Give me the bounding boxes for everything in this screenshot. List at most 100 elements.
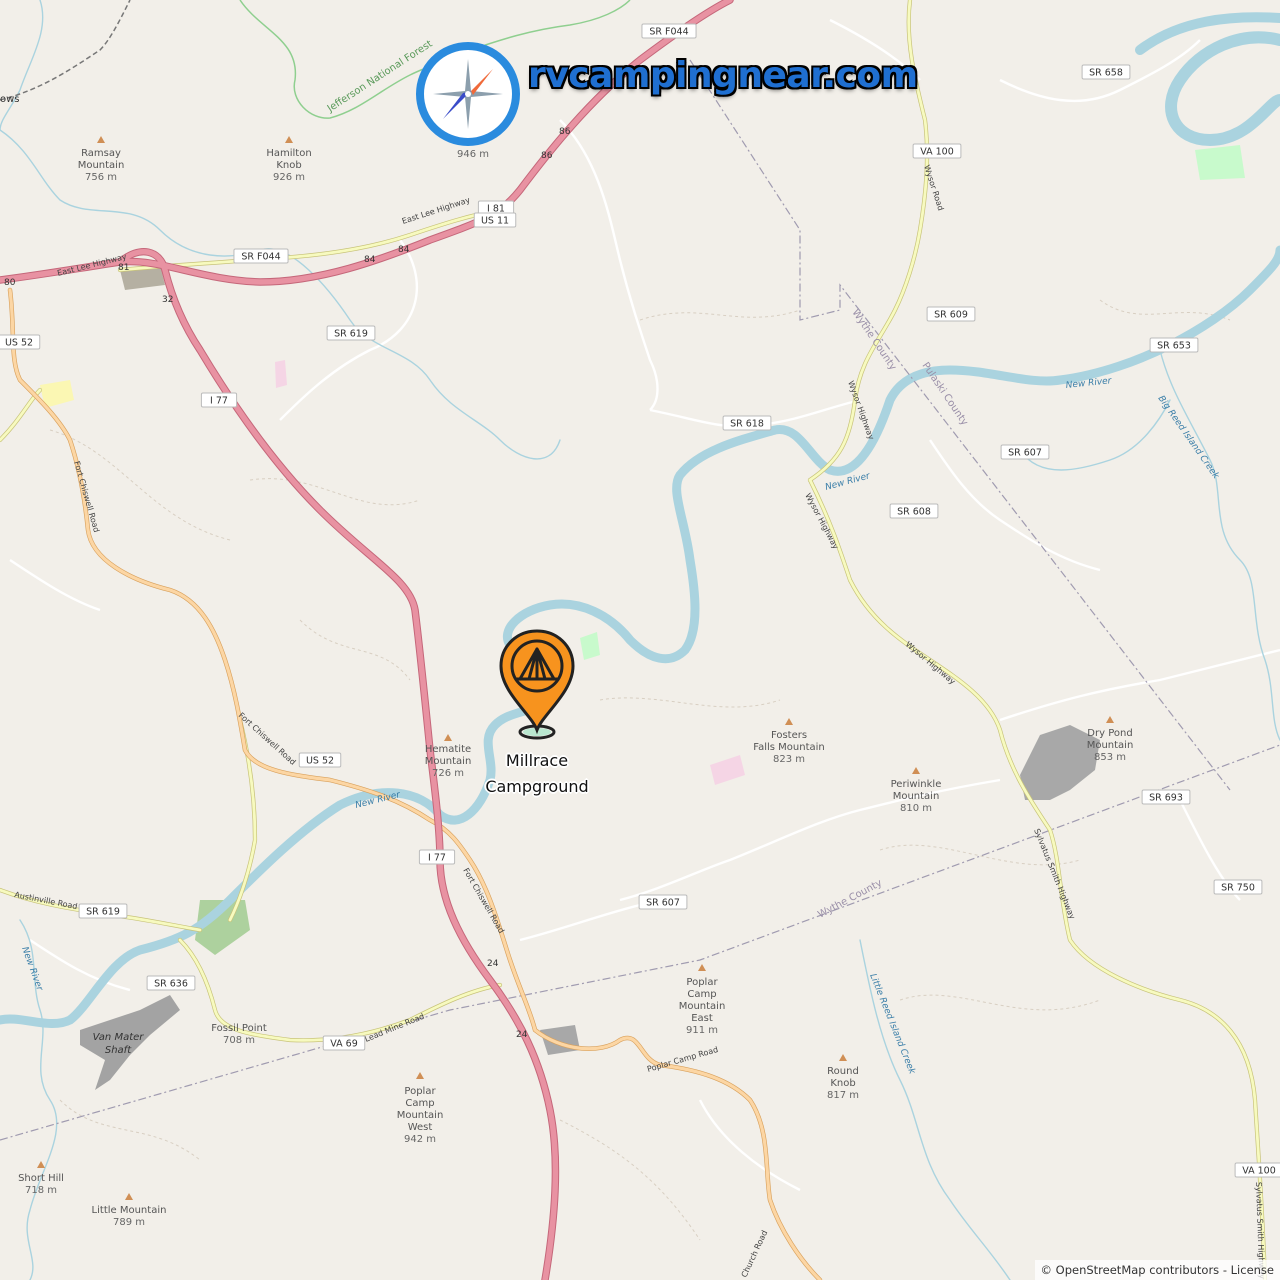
peak-label: Mountain: [397, 1110, 444, 1121]
place-label-van-mater: Van Mater: [93, 1032, 145, 1043]
route-shield: SR 619: [326, 325, 376, 341]
route-shield: SR 658: [1081, 64, 1131, 80]
route-shield: SR F044: [641, 23, 697, 39]
peak-label: West: [408, 1122, 433, 1133]
route-shield: VA 100: [1234, 1162, 1280, 1178]
route-shield: US 11: [473, 212, 517, 228]
peak-label: Little Mountain: [92, 1205, 167, 1216]
peak-label: Mountain: [679, 1001, 726, 1012]
route-shield: I 77: [418, 849, 456, 865]
brand-elevation-label: 946 m: [457, 149, 490, 160]
campground-pin-icon[interactable]: [497, 628, 577, 746]
map-attribution: © OpenStreetMap contributors - License: [1034, 1260, 1280, 1280]
peak-label: Ramsay: [81, 148, 121, 159]
compass-icon: [416, 42, 520, 146]
peak-label: Mountain: [425, 756, 472, 767]
route-shield-label: VA 100: [920, 147, 954, 158]
osm-copyright-link[interactable]: © OpenStreetMap contributors: [1041, 1263, 1220, 1277]
route-number: 80: [4, 278, 16, 288]
peak-elevation: 823 m: [773, 754, 805, 765]
route-number: 84: [364, 255, 376, 265]
route-shield: SR 608: [889, 503, 939, 519]
route-shield: US 52: [298, 752, 342, 768]
peak-label: Dry Pond: [1087, 728, 1132, 739]
license-link[interactable]: License: [1231, 1263, 1274, 1277]
peak-elevation: 853 m: [1094, 752, 1126, 763]
pink-area-small: [275, 360, 287, 388]
route-shield: I 77: [200, 392, 238, 408]
route-shield-label: SR 618: [730, 419, 764, 430]
peak-label: Fossil Point: [211, 1023, 267, 1034]
peak-elevation: 810 m: [900, 803, 932, 814]
route-shield: SR 607: [638, 894, 688, 910]
map-canvas[interactable]: Ramsay Mountain 756 m Hamilton Knob 926 …: [0, 0, 1280, 1280]
campground-name-line1: Millrace: [505, 751, 569, 770]
peak-elevation: 708 m: [223, 1035, 255, 1046]
route-shield-label: I 77: [210, 396, 228, 407]
peak-label: Poplar: [686, 977, 718, 988]
route-shield-label: VA 100: [1242, 1166, 1276, 1177]
route-shield-label: I 77: [428, 853, 446, 864]
peak-elevation: 911 m: [686, 1025, 718, 1036]
route-shield: VA 69: [322, 1035, 366, 1051]
attribution-separator: -: [1219, 1263, 1231, 1277]
route-shield: SR 653: [1149, 337, 1199, 353]
peak-label: Round: [827, 1066, 859, 1077]
peak-label: Camp: [405, 1098, 434, 1109]
route-shield: SR 636: [146, 975, 196, 991]
route-shield: VA 100: [912, 143, 962, 159]
route-shield-label: SR 636: [154, 979, 188, 990]
peak-label: Falls Mountain: [753, 742, 825, 753]
place-label-shaft: Shaft: [105, 1045, 132, 1056]
campground-name-line2: Campground: [485, 777, 589, 796]
route-shield: SR 693: [1141, 789, 1191, 805]
route-shield-label: SR 653: [1157, 341, 1191, 352]
route-shield-label: SR 607: [646, 898, 680, 909]
peak-label: Mountain: [1087, 740, 1134, 751]
peak-label: Poplar: [404, 1086, 436, 1097]
route-shield-label: US 52: [306, 756, 334, 767]
park-east: [1195, 145, 1245, 180]
peak-elevation: 789 m: [113, 1217, 145, 1228]
peak-label: Knob: [830, 1078, 855, 1089]
peak-elevation: 718 m: [25, 1185, 57, 1196]
route-shield: SR 618: [722, 415, 772, 431]
brand-logo[interactable]: rvcampingnear.com 946 m: [413, 39, 918, 160]
peak-label: Periwinkle: [891, 779, 942, 790]
route-shield: SR 607: [1000, 444, 1050, 460]
campground-label[interactable]: Millrace Campground: [470, 748, 604, 800]
route-number: 81: [118, 263, 129, 273]
route-shield-label: US 11: [481, 216, 509, 227]
peak-elevation: 926 m: [273, 172, 305, 183]
route-shield-label: SR 693: [1149, 793, 1183, 804]
peak-elevation: 726 m: [432, 768, 464, 779]
route-shield-label: SR 750: [1221, 883, 1255, 894]
route-shield: SR 609: [926, 306, 976, 322]
route-shield-label: SR 607: [1008, 448, 1042, 459]
route-shield-label: US 52: [5, 338, 33, 349]
peak-label: Knob: [276, 160, 301, 171]
route-shield-label: SR F044: [649, 27, 688, 38]
place-label-partial: ows: [0, 94, 20, 105]
route-shield: SR 619: [78, 903, 128, 919]
peak-label: Hamilton: [266, 148, 311, 159]
route-number: 32: [162, 295, 173, 305]
route-number: 24: [487, 959, 499, 969]
route-number: 84: [398, 245, 410, 255]
peak-label: Mountain: [78, 160, 125, 171]
route-shield-label: SR 658: [1089, 68, 1123, 79]
peak-label: Mountain: [893, 791, 940, 802]
peak-label: Fosters: [771, 730, 807, 741]
route-shield-label: SR 619: [86, 907, 120, 918]
route-shield-label: SR F044: [241, 252, 280, 263]
peak-elevation: 756 m: [85, 172, 117, 183]
peak-elevation: 942 m: [404, 1134, 436, 1145]
peak-label: Hematite: [425, 744, 471, 755]
route-shield: SR 750: [1213, 879, 1263, 895]
route-shield-label: SR 608: [897, 507, 931, 518]
peak-elevation: 817 m: [827, 1090, 859, 1101]
brand-site-name[interactable]: rvcampingnear.com: [528, 55, 918, 96]
peak-label: East: [691, 1013, 713, 1024]
peak-label: Camp: [687, 989, 716, 1000]
route-shield: US 52: [0, 334, 41, 350]
